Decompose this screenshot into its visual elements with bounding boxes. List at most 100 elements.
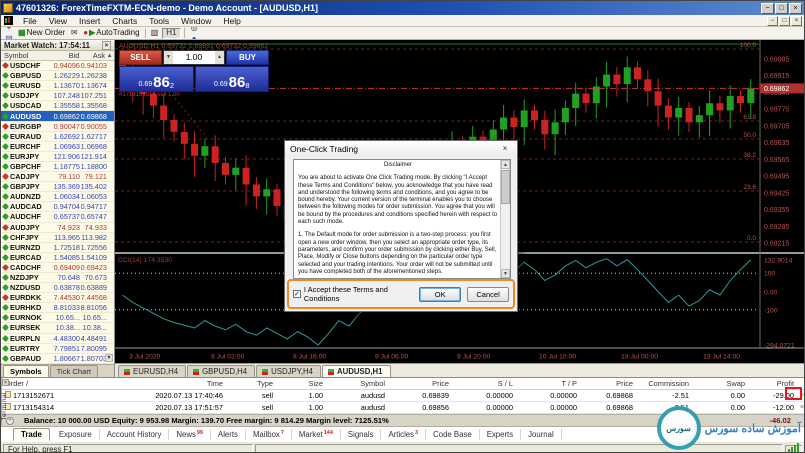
market-watch-row-audchf[interactable]: AUDCHF0.657370.65747: [1, 212, 114, 222]
buy-button[interactable]: BUY: [226, 50, 269, 65]
column-header-symbol[interactable]: Symbol: [326, 379, 388, 388]
tab-trade[interactable]: Trade: [13, 428, 50, 441]
scrollbar-thumb[interactable]: [501, 170, 510, 204]
community-button[interactable]: ●: [188, 33, 200, 40]
market-watch-row-audusd[interactable]: AUDUSD0.698620.69868: [1, 111, 114, 121]
column-header-commission[interactable]: Commission: [636, 379, 692, 388]
market-watch-row-nzdjpy[interactable]: NZDJPY70.64870.673: [1, 273, 114, 283]
column-bid[interactable]: Bid: [47, 51, 80, 60]
tab-signals[interactable]: Signals: [341, 429, 382, 440]
column-header-type[interactable]: Type: [226, 379, 276, 388]
cancel-button[interactable]: Cancel: [467, 287, 509, 302]
column-header-size[interactable]: Size: [276, 379, 326, 388]
market-watch-row-eurchf[interactable]: EURCHF1.069631.06968: [1, 142, 114, 152]
column-header-price2[interactable]: Price: [580, 379, 636, 388]
minimize-button[interactable]: −: [761, 3, 774, 14]
market-watch-row-gbpaud[interactable]: GBPAUD1.806671.80703: [1, 354, 114, 364]
close-order-icon[interactable]: ×: [797, 392, 805, 399]
market-watch-close-icon[interactable]: ×: [102, 41, 111, 50]
market-watch-row-audnzd[interactable]: AUDNZD1.060341.06053: [1, 192, 114, 202]
market-watch-row-gbpusd[interactable]: GBPUSD1.262291.26238: [1, 71, 114, 81]
market-watch-row-eurnok[interactable]: EURNOK10.65...10.65...: [1, 313, 114, 323]
market-watch-row-eurtry[interactable]: EURTRY7.798517.80095: [1, 344, 114, 354]
market-watch-row-audjpy[interactable]: AUDJPY74.92374.933: [1, 223, 114, 233]
mdi-minimize-button[interactable]: −: [767, 16, 778, 26]
market-watch-row-eursek[interactable]: EURSEK10.38...10.38...: [1, 323, 114, 333]
column-ask[interactable]: Ask: [79, 51, 105, 60]
menu-window[interactable]: Window: [175, 15, 217, 27]
market-watch-row-euraud[interactable]: EURAUD1.626921.62717: [1, 132, 114, 142]
column-header-time[interactable]: Time: [98, 379, 226, 388]
mdi-restore-button[interactable]: □: [779, 16, 790, 26]
chart-tab-audusd-h1[interactable]: AUDUSD,H1: [322, 365, 391, 377]
close-button[interactable]: ×: [789, 3, 802, 14]
order-row-1713152671[interactable]: 17131526712020.07.13 17:40:46sell1.00aud…: [2, 390, 805, 402]
ok-button[interactable]: OK: [419, 287, 461, 302]
chart-mdi-icon[interactable]: [4, 16, 13, 25]
sell-button[interactable]: SELL: [119, 50, 162, 65]
tab-journal[interactable]: Journal: [521, 429, 562, 440]
menu-insert[interactable]: Insert: [73, 15, 106, 27]
market-watch-row-gbpjpy[interactable]: GBPJPY135.369135.402: [1, 182, 114, 192]
scrollbar-down-icon[interactable]: ▼: [501, 269, 510, 278]
chart-tab-gbpusd-h4[interactable]: GBPUSD,H4: [187, 365, 255, 377]
market-watch-tab-symbols[interactable]: Symbols: [3, 365, 49, 377]
market-watch-row-cadchf[interactable]: CADCHF0.694090.69423: [1, 263, 114, 273]
disclaimer-text-box[interactable]: Disclaimer You are about to activate One…: [293, 159, 511, 279]
tab-experts[interactable]: Experts: [480, 429, 521, 440]
volume-up-icon[interactable]: ▲: [215, 51, 224, 64]
templates-button[interactable]: ▧: [149, 28, 161, 39]
market-watch-row-chfjpy[interactable]: CHFJPY113.965113.982: [1, 233, 114, 243]
tab-alerts[interactable]: Alerts: [211, 429, 246, 440]
market-watch-row-eurusd[interactable]: EURUSD1.136701.13674: [1, 81, 114, 91]
market-watch-tab-tick-chart[interactable]: Tick Chart: [50, 365, 98, 377]
menu-charts[interactable]: Charts: [106, 15, 143, 27]
menu-tools[interactable]: Tools: [143, 15, 175, 27]
market-watch-row-usdcad[interactable]: USDCAD1.355581.35568: [1, 101, 114, 111]
market-watch-row-audcad[interactable]: AUDCAD0.947040.94717: [1, 202, 114, 212]
tab-exposure[interactable]: Exposure: [52, 429, 100, 440]
market-watch-row-gbpchf[interactable]: GBPCHF1.187751.18800: [1, 162, 114, 172]
market-watch-row-eurdkk[interactable]: EURDKK7.445307.44568: [1, 293, 114, 303]
chart-tab-usdjpy-h4[interactable]: USDJPY,H4: [256, 365, 321, 377]
maximize-button[interactable]: □: [775, 3, 788, 14]
menu-file[interactable]: File: [17, 15, 43, 27]
tab-news[interactable]: News99: [169, 429, 211, 440]
market-watch-row-cadjpy[interactable]: CADJPY79.11079.121: [1, 172, 114, 182]
scroll-down-icon[interactable]: ▼: [105, 354, 113, 362]
tab-articles[interactable]: Articles3: [381, 429, 426, 440]
market-watch-row-nzdusd[interactable]: NZDUSD0.638780.63889: [1, 283, 114, 293]
period-h1-button[interactable]: H1: [162, 28, 182, 39]
market-watch-row-usdchf[interactable]: USDCHF0.940960.94103: [1, 61, 114, 71]
menu-view[interactable]: View: [43, 15, 73, 27]
tab-account-history[interactable]: Account History: [100, 429, 170, 440]
tab-code-base[interactable]: Code Base: [426, 429, 480, 440]
buy-price-panel[interactable]: 0.69 86 8: [195, 66, 270, 92]
market-watch-row-eurjpy[interactable]: EURJPY121.906121.914: [1, 152, 114, 162]
accept-terms-checkbox[interactable]: ✓: [293, 290, 301, 298]
column-header-profit[interactable]: Profit: [748, 379, 797, 388]
market-watch-row-eurnzd[interactable]: EURNZD1.725181.72556: [1, 243, 114, 253]
market-watch-row-eurcad[interactable]: EURCAD1.540851.54109: [1, 253, 114, 263]
dialog-close-icon[interactable]: ×: [498, 143, 512, 155]
chart-tab-eurusd-h4[interactable]: EURUSD,H4: [118, 365, 186, 377]
dialog-scrollbar[interactable]: ▲ ▼: [500, 160, 510, 278]
column-header-tp[interactable]: T / P: [516, 379, 580, 388]
sell-price-panel[interactable]: 0.69 86 2: [119, 66, 194, 92]
volume-value[interactable]: 1.00: [173, 51, 215, 64]
tab-mailbox[interactable]: Mailbox7: [246, 429, 292, 440]
column-header-price[interactable]: Price: [388, 379, 452, 388]
column-header-sl[interactable]: S / L: [452, 379, 516, 388]
market-watch-row-eurhkd[interactable]: EURHKD8.810338.81056: [1, 303, 114, 313]
market-watch-row-usdjpy[interactable]: USDJPY107.248107.251: [1, 91, 114, 101]
column-symbol[interactable]: Symbol: [1, 51, 47, 60]
market-watch-row-eurpln[interactable]: EURPLN4.483004.48491: [1, 334, 114, 344]
column-header-swap[interactable]: Swap: [692, 379, 748, 388]
menu-help[interactable]: Help: [217, 15, 246, 27]
column-header-order[interactable]: Order /: [2, 379, 98, 388]
volume-down-icon[interactable]: ▼: [164, 51, 173, 64]
mdi-close-button[interactable]: ×: [791, 16, 802, 26]
market-watch-row-eurgbp[interactable]: EURGBP0.900470.90055: [1, 122, 114, 132]
scrollbar-up-icon[interactable]: ▲: [501, 160, 510, 169]
tab-market[interactable]: Market144: [292, 429, 341, 440]
